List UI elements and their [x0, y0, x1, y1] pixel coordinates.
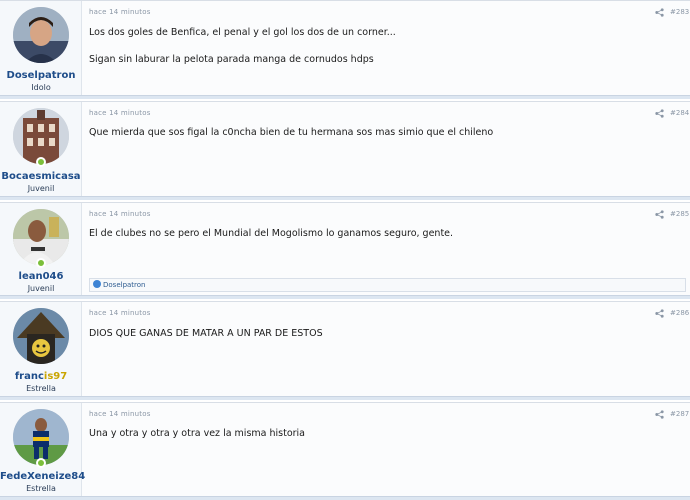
post-timestamp[interactable]: hace 14 minutos — [89, 210, 151, 218]
avatar[interactable] — [13, 209, 69, 265]
post: Bocaesmicasa Juvenil hace 14 minutos #28… — [0, 101, 690, 200]
post-number[interactable]: #283 — [670, 8, 689, 16]
username[interactable]: Bocaesmicasa — [0, 171, 82, 182]
user-cell: lean046 Juvenil — [0, 203, 82, 295]
post-message: Que mierda que sos figal la c0ncha bien … — [89, 126, 679, 153]
avatar[interactable] — [13, 108, 69, 164]
user-title: Idolo — [31, 83, 51, 92]
message-line: DIOS QUE GANAS DE MATAR A UN PAR DE ESTO… — [89, 328, 323, 339]
online-status-icon — [36, 458, 46, 468]
username-part: is97 — [43, 371, 68, 382]
reactions-bar[interactable]: Doselpatron — [89, 278, 686, 292]
message-line: El de clubes no se pero el Mundial del M… — [89, 228, 454, 239]
user-title: Juvenil — [27, 284, 55, 293]
share-icon[interactable] — [655, 109, 664, 118]
message-line: Que mierda que sos figal la c0ncha bien … — [89, 127, 494, 138]
user-title: Estrella — [26, 484, 56, 493]
share-icon[interactable] — [655, 210, 664, 219]
username[interactable]: FedeXeneize84 — [0, 471, 85, 482]
username[interactable]: Doselpatron — [0, 70, 82, 81]
avatar[interactable] — [13, 7, 69, 63]
share-icon[interactable] — [655, 8, 664, 17]
post-timestamp[interactable]: hace 14 minutos — [89, 109, 151, 117]
avatar[interactable] — [13, 409, 69, 465]
online-status-icon — [36, 157, 46, 167]
user-cell: francis97 Estrella — [0, 302, 82, 396]
like-icon — [93, 280, 101, 288]
reaction-user[interactable]: Doselpatron — [103, 281, 146, 289]
online-status-icon — [36, 258, 46, 268]
username[interactable]: francis97 — [0, 371, 82, 382]
user-cell: Doselpatron Idolo — [0, 1, 82, 95]
post-timestamp[interactable]: hace 14 minutos — [89, 410, 151, 418]
post-number[interactable]: #285 — [670, 210, 689, 218]
thread-post-list: Doselpatron Idolo hace 14 minutos #283 L… — [0, 0, 690, 500]
avatar[interactable] — [13, 308, 69, 364]
message-line: Los dos goles de Benfica, el penal y el … — [89, 27, 396, 38]
message-line: Una y otra y otra y otra vez la misma hi… — [89, 428, 305, 439]
post-message: DIOS QUE GANAS DE MATAR A UN PAR DE ESTO… — [89, 327, 679, 354]
user-cell: FedeXeneize84 Estrella — [0, 403, 85, 496]
user-title: Estrella — [26, 384, 56, 393]
post-number[interactable]: #287 — [670, 410, 689, 418]
post: lean046 Juvenil hace 14 minutos #285 El … — [0, 202, 690, 299]
post-number[interactable]: #286 — [670, 309, 689, 317]
share-icon[interactable] — [655, 410, 664, 419]
username[interactable]: lean046 — [0, 271, 82, 282]
post-number[interactable]: #284 — [670, 109, 689, 117]
post-timestamp[interactable]: hace 14 minutos — [89, 309, 151, 317]
post: FedeXeneize84 Estrella hace 14 minutos #… — [0, 402, 690, 500]
username-part: franc — [14, 371, 44, 382]
post: francis97 Estrella hace 14 minutos #286 … — [0, 301, 690, 400]
user-cell: Bocaesmicasa Juvenil — [0, 102, 82, 196]
message-line: Sigan sin laburar la pelota parada manga… — [89, 54, 374, 65]
post-message: Una y otra y otra y otra vez la misma hi… — [89, 427, 679, 454]
post: Doselpatron Idolo hace 14 minutos #283 L… — [0, 0, 690, 99]
post-timestamp[interactable]: hace 14 minutos — [89, 8, 151, 16]
post-message: El de clubes no se pero el Mundial del M… — [89, 227, 679, 254]
post-message: Los dos goles de Benfica, el penal y el … — [89, 26, 679, 80]
user-title: Juvenil — [27, 184, 55, 193]
share-icon[interactable] — [655, 309, 664, 318]
